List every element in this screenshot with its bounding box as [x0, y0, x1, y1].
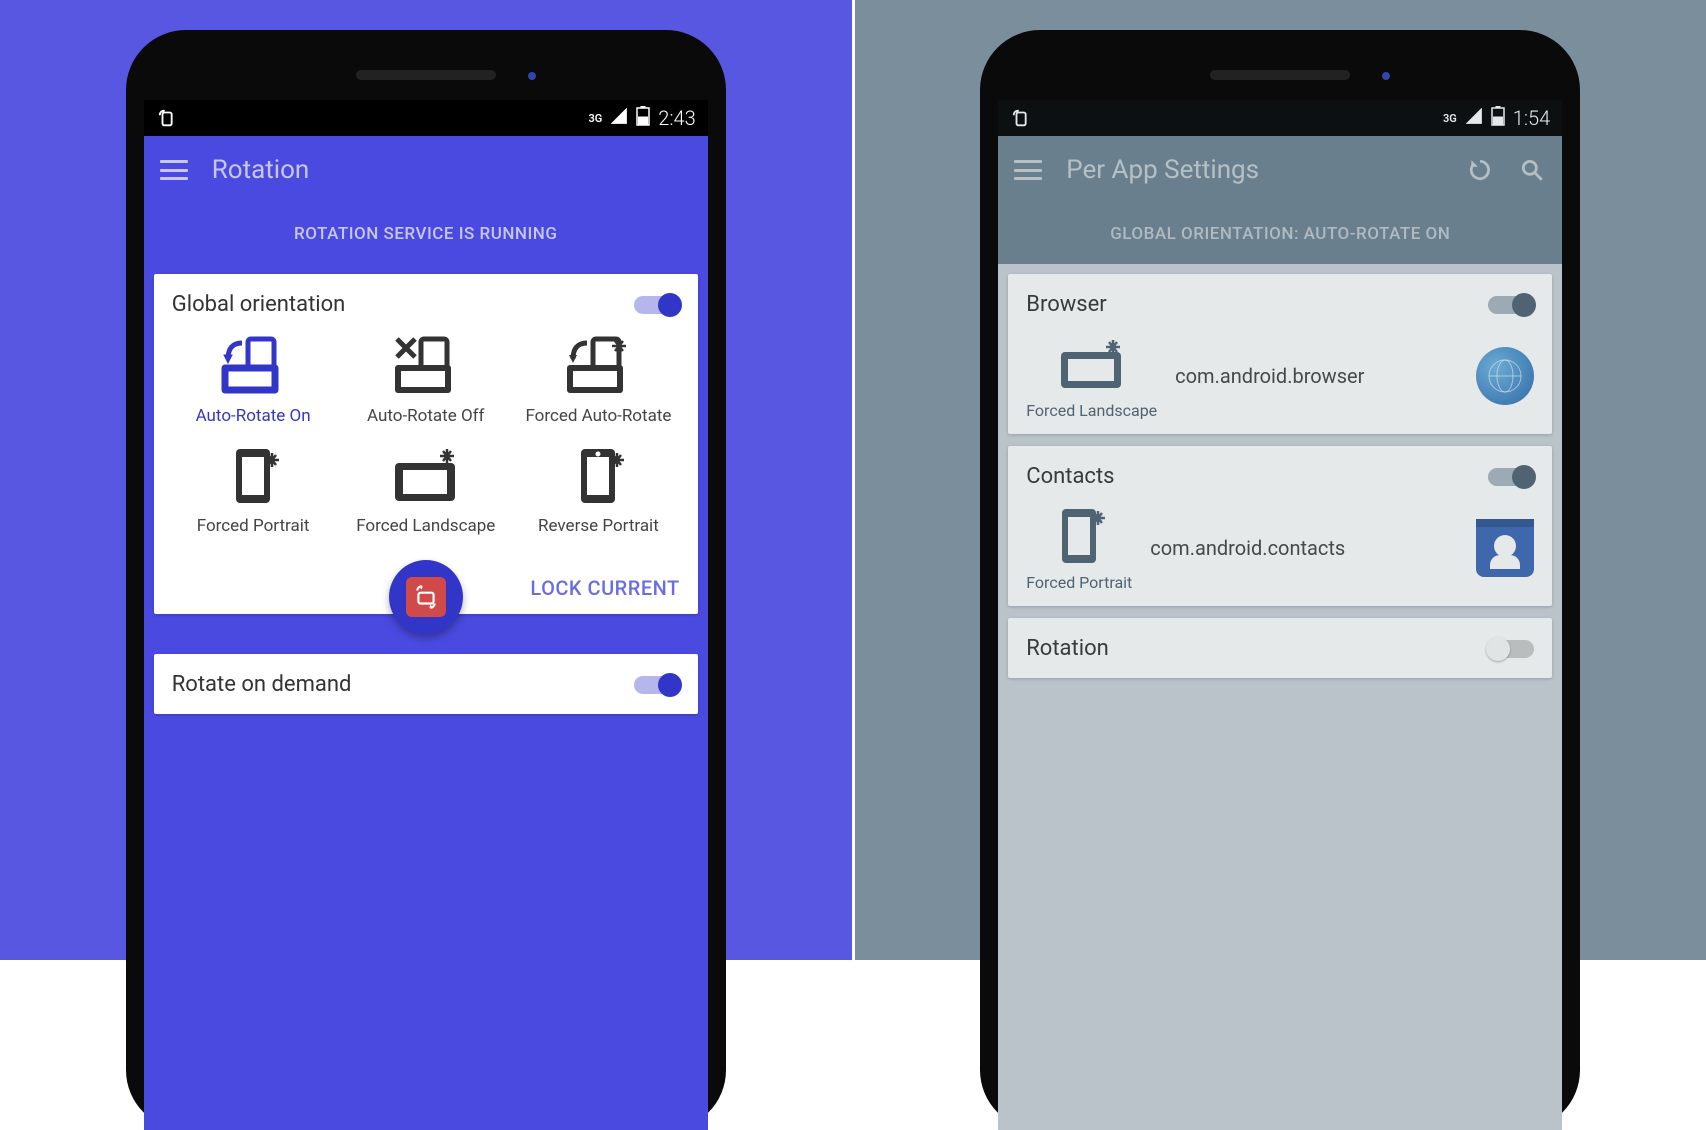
- card-title: Global orientation: [172, 292, 346, 317]
- auto-rotate-off-icon: [387, 331, 465, 401]
- orientation-label: Forced Auto-Rotate: [525, 407, 671, 427]
- forced-portrait-icon: [214, 441, 292, 511]
- battery-icon: [636, 106, 650, 131]
- app-toggle-rotation[interactable]: [1488, 640, 1534, 658]
- global-orientation-toggle[interactable]: [634, 296, 680, 314]
- search-icon[interactable]: [1518, 156, 1546, 184]
- rotation-fab-icon: [406, 577, 446, 617]
- phone-frame-right: 3G 1:54 Per App Settings GLOBAL ORIENTAT…: [980, 30, 1580, 1130]
- app-name: Browser: [1026, 292, 1107, 317]
- menu-icon[interactable]: [1014, 160, 1042, 180]
- app-package-browser: com.android.browser: [1175, 364, 1458, 388]
- signal-icon: [610, 106, 628, 130]
- left-panel: 3G 2:43 Rotation ROTATION SERVICE IS RUN…: [0, 0, 852, 960]
- menu-icon[interactable]: [160, 160, 188, 180]
- app-orientation-label: Forced Portrait: [1026, 573, 1132, 592]
- content-area: Browser Forced La: [998, 264, 1562, 1130]
- orientation-auto-rotate-off[interactable]: Auto-Rotate Off: [344, 331, 507, 427]
- orientation-forced-portrait[interactable]: Forced Portrait: [172, 441, 335, 537]
- app-orientation-browser: Forced Landscape: [1026, 331, 1157, 420]
- orientation-label: Reverse Portrait: [538, 517, 659, 537]
- contacts-app-icon: [1476, 519, 1534, 577]
- right-panel: 3G 1:54 Per App Settings GLOBAL ORIENTAT…: [852, 0, 1706, 960]
- battery-icon: [1491, 106, 1505, 131]
- app-orientation-label: Forced Landscape: [1026, 401, 1157, 420]
- app-bar: Rotation: [144, 136, 708, 204]
- clock: 2:43: [658, 106, 695, 130]
- status-bar: 3G 1:54: [998, 100, 1562, 136]
- clock: 1:54: [1513, 106, 1550, 130]
- forced-auto-rotate-icon: [559, 331, 637, 401]
- orientation-label: Auto-Rotate Off: [367, 407, 484, 427]
- rotation-fab[interactable]: [389, 560, 463, 634]
- orientation-reverse-portrait[interactable]: Reverse Portrait: [517, 441, 680, 537]
- browser-app-icon: [1476, 347, 1534, 405]
- app-toggle-browser[interactable]: [1488, 296, 1534, 314]
- content-area: Global orientation: [144, 264, 708, 1130]
- orientation-auto-rotate-on[interactable]: Auto-Rotate On: [172, 331, 335, 427]
- network-type: 3G: [588, 112, 602, 125]
- status-bar: 3G 2:43: [144, 100, 708, 136]
- global-orientation-card: Global orientation: [154, 274, 698, 614]
- orientation-label: Forced Portrait: [197, 517, 310, 537]
- signal-icon: [1465, 106, 1483, 130]
- rotate-status-icon: [1010, 106, 1034, 130]
- app-card-contacts[interactable]: Contacts Forced P: [1008, 446, 1552, 606]
- screen-left: 3G 2:43 Rotation ROTATION SERVICE IS RUN…: [144, 100, 708, 1130]
- app-bar: Per App Settings: [998, 136, 1562, 204]
- screen-right: 3G 1:54 Per App Settings GLOBAL ORIENTAT…: [998, 100, 1562, 1130]
- orientation-forced-auto-rotate[interactable]: Forced Auto-Rotate: [517, 331, 680, 427]
- app-card-browser[interactable]: Browser Forced La: [1008, 274, 1552, 434]
- global-orientation-banner: GLOBAL ORIENTATION: AUTO-ROTATE ON: [998, 204, 1562, 264]
- card-title: Rotate on demand: [172, 672, 352, 697]
- app-card-rotation[interactable]: Rotation: [1008, 618, 1552, 678]
- orientation-label: Auto-Rotate On: [196, 407, 311, 427]
- auto-rotate-on-icon: [214, 331, 292, 401]
- app-name: Contacts: [1026, 464, 1114, 489]
- orientation-label: Forced Landscape: [356, 517, 495, 537]
- app-package-contacts: com.android.contacts: [1150, 536, 1458, 560]
- service-banner: ROTATION SERVICE IS RUNNING: [144, 204, 708, 264]
- network-type: 3G: [1443, 112, 1457, 125]
- app-name: Rotation: [1026, 636, 1109, 661]
- rotate-on-demand-card: Rotate on demand: [154, 654, 698, 714]
- forced-landscape-icon: [387, 441, 465, 511]
- reset-icon[interactable]: [1466, 156, 1494, 184]
- reverse-portrait-icon: [559, 441, 637, 511]
- app-toggle-contacts[interactable]: [1488, 468, 1534, 486]
- rotate-status-icon: [156, 106, 180, 130]
- app-title: Per App Settings: [1066, 155, 1442, 185]
- phone-frame-left: 3G 2:43 Rotation ROTATION SERVICE IS RUN…: [126, 30, 726, 1130]
- orientation-grid: Auto-Rotate On: [172, 331, 680, 536]
- orientation-forced-landscape[interactable]: Forced Landscape: [344, 441, 507, 537]
- app-orientation-contacts: Forced Portrait: [1026, 503, 1132, 592]
- app-title: Rotation: [212, 155, 692, 185]
- rotate-on-demand-toggle[interactable]: [634, 676, 680, 694]
